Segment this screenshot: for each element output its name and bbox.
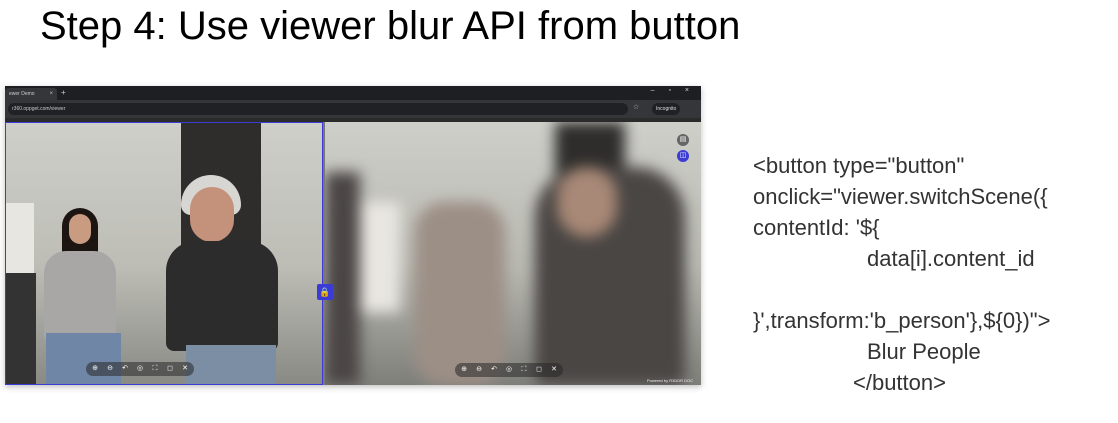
blurred-photo-panel[interactable]: ▤ ◫ ⊕ ⊖ ↶ ◎ ⛶ ◻ ✕ Powered by R3DDR DOC (325, 122, 701, 385)
browser-screenshot: ewer Demo × + – ▫ × r360.oppget.com/view… (5, 86, 701, 385)
window-controls[interactable]: – ▫ × (651, 87, 695, 94)
code-line: Blur People (867, 339, 981, 364)
code-line: }',transform:'b_person'},${0})"> (753, 308, 1051, 333)
person-right-legs (186, 345, 276, 384)
code-line: onclick="viewer.switchScene({ (753, 184, 1048, 209)
crop-icon[interactable]: ◻ (534, 363, 544, 377)
right-viewer-toolbar: ⊕ ⊖ ↶ ◎ ⛶ ◻ ✕ (455, 363, 563, 377)
left-edge-figure (325, 172, 360, 385)
tab-close-icon[interactable]: × (49, 88, 53, 100)
code-line: data[i].content_id (867, 246, 1035, 271)
address-bar: r360.oppget.com/viewer ☆ Incognito (5, 100, 701, 118)
slide-title: Step 4: Use viewer blur API from button (40, 4, 741, 48)
code-snippet: <button type="button" onclick="viewer.sw… (753, 150, 1113, 398)
blurred-person-left (415, 202, 505, 385)
fullscreen-icon[interactable]: ⛶ (519, 363, 529, 377)
whiteboard (355, 202, 400, 312)
person-right-face (190, 187, 234, 242)
person-left-body (44, 251, 116, 341)
code-line: contentId: '${ (753, 215, 880, 240)
person-left-legs (46, 333, 121, 384)
code-line: </button> (853, 370, 946, 395)
zoom-in-icon[interactable]: ⊕ (90, 362, 100, 376)
original-photo-panel[interactable]: ⊕ ⊖ ↶ ◎ ⛶ ◻ ✕ (5, 122, 323, 385)
blurred-face-right (557, 167, 617, 237)
zoom-in-icon[interactable]: ⊕ (459, 363, 469, 377)
target-icon[interactable]: ◎ (135, 362, 145, 376)
blurred-scene (325, 122, 701, 385)
close-icon[interactable]: ✕ (180, 362, 190, 376)
close-icon[interactable]: ✕ (549, 363, 559, 377)
fullscreen-icon[interactable]: ⛶ (150, 362, 160, 376)
lock-icon[interactable]: 🔒 (317, 284, 333, 300)
chair-left (6, 273, 36, 384)
photo-viewer: ⊕ ⊖ ↶ ◎ ⛶ ◻ ✕ ▤ ◫ ⊕ ⊖ ↶ ◎ ⛶ ◻ ✕ Powered … (5, 122, 701, 385)
person-right-body (166, 241, 278, 351)
person-left-face (69, 214, 91, 244)
crop-icon[interactable]: ◻ (165, 362, 175, 376)
new-tab-button[interactable]: + (61, 88, 66, 98)
layers-icon[interactable]: ▤ (677, 134, 689, 146)
incognito-badge[interactable]: Incognito (652, 103, 681, 115)
rotate-icon[interactable]: ↶ (120, 362, 130, 376)
powered-by-label: Powered by R3DDR DOC (646, 378, 693, 383)
url-field[interactable]: r360.oppget.com/viewer (8, 103, 628, 115)
rotate-icon[interactable]: ↶ (489, 363, 499, 377)
bookmark-star-icon[interactable]: ☆ (633, 103, 639, 111)
zoom-out-icon[interactable]: ⊖ (474, 363, 484, 377)
target-icon[interactable]: ◎ (504, 363, 514, 377)
split-view-icon[interactable]: ◫ (677, 150, 689, 162)
tab-bar: ewer Demo × + – ▫ × (5, 86, 701, 100)
zoom-out-icon[interactable]: ⊖ (105, 362, 115, 376)
tab-title: ewer Demo (9, 91, 35, 97)
browser-tab[interactable]: ewer Demo × (5, 88, 57, 100)
left-viewer-toolbar: ⊕ ⊖ ↶ ◎ ⛶ ◻ ✕ (86, 362, 194, 376)
code-line: <button type="button" (753, 153, 965, 178)
